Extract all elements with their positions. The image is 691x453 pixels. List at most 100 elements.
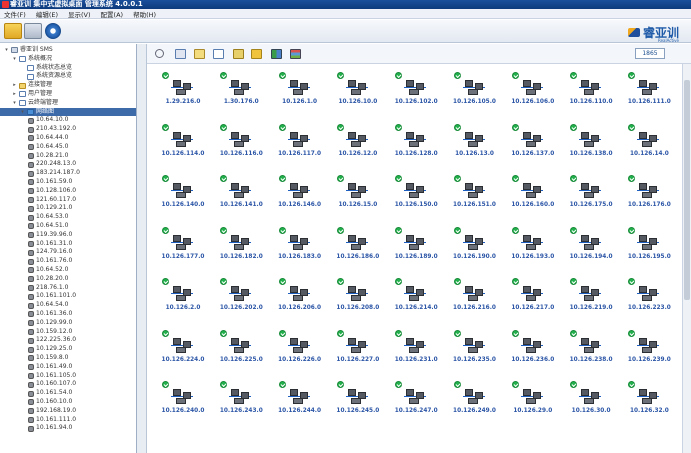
network-node[interactable]: 10.126.102.0 (390, 72, 442, 124)
network-node[interactable]: 10.126.239.0 (623, 329, 675, 382)
network-node[interactable]: 10.126.160.0 (507, 175, 559, 227)
expand-toggle-icon[interactable]: ▸ (12, 81, 17, 90)
tree-item[interactable]: ▸ 连接管理 (12, 81, 52, 90)
network-node[interactable]: 10.126.177.0 (157, 226, 209, 279)
tree-node-subnet[interactable]: 10.64.51.0 (28, 222, 68, 231)
network-node[interactable]: 10.126.194.0 (565, 226, 617, 279)
network-node[interactable]: 10.126.106.0 (507, 72, 559, 124)
tree-node-subnet[interactable]: 10.159.12.0 (28, 328, 72, 337)
network-node[interactable]: 1.30.176.0 (215, 72, 267, 124)
expand-toggle-icon[interactable]: ▾ (12, 55, 17, 64)
refresh-icon[interactable] (45, 23, 61, 39)
tree-node-subnet[interactable]: 121.60.117.0 (28, 196, 76, 205)
network-node[interactable]: 10.126.223.0 (623, 278, 675, 330)
network-node[interactable]: 10.126.114.0 (157, 123, 209, 176)
network-node[interactable]: 10.126.195.0 (623, 226, 675, 279)
network-node[interactable]: 10.126.1.0 (274, 72, 326, 124)
tree-node-subnet[interactable]: 10.128.106.0 (28, 187, 76, 196)
tree-item[interactable]: ▾ 网络图 (0, 107, 136, 117)
network-node[interactable]: 10.126.225.0 (215, 329, 267, 382)
edit-icon[interactable] (251, 49, 262, 59)
network-node[interactable]: 10.126.231.0 (390, 329, 442, 382)
network-node[interactable]: 10.126.146.0 (274, 175, 326, 227)
menu-edit[interactable]: 编辑(E) (36, 9, 58, 19)
monitor-icon[interactable] (24, 23, 42, 39)
tree-node-subnet[interactable]: 119.39.96.0 (28, 231, 72, 240)
network-node[interactable]: 10.126.243.0 (215, 381, 267, 433)
pin-icon[interactable] (233, 49, 244, 59)
open-folder-icon[interactable] (4, 23, 22, 39)
zoom-fit-icon[interactable] (175, 49, 186, 59)
expand-toggle-icon[interactable]: ▾ (20, 108, 25, 117)
tree-node-subnet[interactable]: 10.159.8.0 (28, 354, 68, 363)
expand-toggle-icon[interactable]: ▸ (12, 90, 17, 99)
network-node[interactable]: 10.126.110.0 (565, 72, 617, 124)
network-node[interactable]: 10.126.29.0 (507, 381, 559, 433)
network-node[interactable]: 10.126.151.0 (449, 175, 501, 227)
tree-node-subnet[interactable]: 10.28.20.0 (28, 275, 68, 284)
network-node[interactable]: 10.126.176.0 (623, 175, 675, 227)
tree-item[interactable]: ▾ 云终端管理 (12, 99, 58, 108)
network-node[interactable]: 10.126.227.0 (332, 329, 384, 382)
tree-node-subnet[interactable]: 10.161.94.0 (28, 424, 72, 433)
network-node[interactable]: 10.126.202.0 (215, 278, 267, 330)
tree-node-subnet[interactable]: 10.129.21.0 (28, 204, 72, 213)
network-node[interactable]: 10.126.217.0 (507, 278, 559, 330)
menu-help[interactable]: 帮助(H) (133, 9, 156, 19)
tree-node-subnet[interactable]: 10.161.111.0 (28, 416, 76, 425)
tree-item[interactable]: ▾ 睿亚训 SMS (4, 46, 53, 55)
network-node[interactable]: 1.29.216.0 (157, 72, 209, 124)
menu-view[interactable]: 显示(V) (68, 9, 91, 19)
network-node[interactable]: 10.126.140.0 (157, 175, 209, 227)
network-node[interactable]: 10.126.182.0 (215, 226, 267, 279)
menu-file[interactable]: 文件(F) (4, 9, 26, 19)
export-icon[interactable] (194, 49, 205, 59)
network-node[interactable]: 10.126.244.0 (274, 381, 326, 433)
expand-toggle-icon[interactable]: ▾ (4, 46, 9, 55)
tree-node-subnet[interactable]: 10.161.36.0 (28, 310, 72, 319)
network-node[interactable]: 10.126.183.0 (274, 226, 326, 279)
network-node[interactable]: 10.126.12.0 (332, 123, 384, 176)
search-icon[interactable] (155, 49, 164, 58)
network-node[interactable]: 10.126.214.0 (390, 278, 442, 330)
network-node[interactable]: 10.126.240.0 (157, 381, 209, 433)
network-node[interactable]: 10.126.247.0 (390, 381, 442, 433)
network-node[interactable]: 10.126.175.0 (565, 175, 617, 227)
network-node[interactable]: 10.126.219.0 (565, 278, 617, 330)
network-node[interactable]: 10.126.10.0 (332, 72, 384, 124)
tree-node-subnet[interactable]: 10.28.21.0 (28, 152, 68, 161)
network-node[interactable]: 10.126.208.0 (332, 278, 384, 330)
tree-node-subnet[interactable]: 10.160.10.0 (28, 398, 72, 407)
network-node[interactable]: 10.126.206.0 (274, 278, 326, 330)
tree-item[interactable]: ▾ 系统概况 (12, 55, 52, 64)
network-node[interactable]: 10.126.238.0 (565, 329, 617, 382)
tree-node-subnet[interactable]: 10.64.54.0 (28, 301, 68, 310)
network-node[interactable]: 10.126.13.0 (449, 123, 501, 176)
tree-node-subnet[interactable]: 10.161.105.0 (28, 372, 76, 381)
network-node[interactable]: 10.126.216.0 (449, 278, 501, 330)
network-node[interactable]: 10.126.193.0 (507, 226, 559, 279)
expand-toggle-icon[interactable]: ▾ (12, 99, 17, 108)
legend-icon[interactable] (290, 49, 301, 59)
tree-node-subnet[interactable]: 10.161.31.0 (28, 240, 72, 249)
network-node[interactable]: 10.126.30.0 (565, 381, 617, 433)
tree-node-subnet[interactable]: 192.168.19.0 (28, 407, 76, 416)
document-icon[interactable] (213, 49, 224, 59)
scroll-thumb[interactable] (684, 80, 690, 300)
tree-node-subnet[interactable]: 10.64.52.0 (28, 266, 68, 275)
network-node[interactable]: 10.126.14.0 (623, 123, 675, 176)
network-node[interactable]: 10.126.226.0 (274, 329, 326, 382)
tree-item[interactable]: 系统资源总览 (20, 72, 72, 81)
network-node[interactable]: 10.126.245.0 (332, 381, 384, 433)
network-node[interactable]: 10.126.32.0 (623, 381, 675, 433)
network-node[interactable]: 10.126.128.0 (390, 123, 442, 176)
network-node[interactable]: 10.126.235.0 (449, 329, 501, 382)
tree-item[interactable]: ▸ 用户管理 (12, 90, 52, 99)
tree-node-subnet[interactable]: 210.43.192.0 (28, 125, 76, 134)
network-node[interactable]: 10.126.224.0 (157, 329, 209, 382)
tree-node-subnet[interactable]: 183.214.187.0 (28, 169, 80, 178)
network-node[interactable]: 10.126.2.0 (157, 278, 209, 330)
network-node[interactable]: 10.126.15.0 (332, 175, 384, 227)
tree-node-subnet[interactable]: 122.225.36.0 (28, 336, 76, 345)
tree-node-subnet[interactable]: 10.160.107.0 (28, 380, 76, 389)
